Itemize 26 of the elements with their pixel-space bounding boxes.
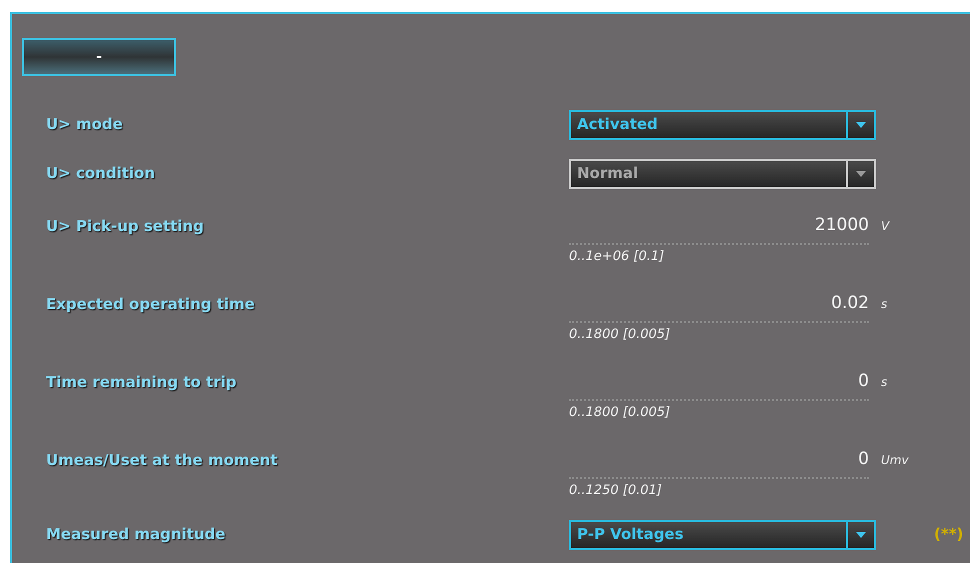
unit-label: Umv <box>881 452 909 469</box>
range-hint: 0..1e+06 [0.1] <box>569 248 664 266</box>
note-mark: (**) <box>934 524 964 546</box>
setting-label: Expected operating time <box>46 294 256 315</box>
value-field[interactable]: 21000 <box>569 213 869 239</box>
value-field[interactable]: 0 <box>569 369 869 395</box>
caret-icon <box>856 170 866 176</box>
dropdown[interactable]: P-P Voltages <box>569 520 876 550</box>
setting-label: Umeas/Uset at the moment <box>46 450 279 471</box>
dropdown[interactable]: Activated <box>569 110 876 140</box>
collapse-button[interactable]: - <box>22 38 176 76</box>
setting-label: U> Pick-up setting <box>46 216 205 237</box>
unit-label: s <box>881 374 888 391</box>
range-hint: 0..1250 [0.01] <box>569 482 662 500</box>
range-hint: 0..1800 [0.005] <box>569 404 670 422</box>
value-field[interactable]: 0.02 <box>569 291 869 317</box>
setting-label: U> condition <box>46 163 156 184</box>
setting-label: U> mode <box>46 114 124 136</box>
caret-icon <box>856 532 866 538</box>
setting-label: Measured magnitude <box>46 524 226 546</box>
unit-label: s <box>881 296 888 313</box>
caret-icon <box>856 122 866 128</box>
unit-label: V <box>881 218 890 235</box>
range-hint: 0..1800 [0.005] <box>569 326 670 344</box>
value-field[interactable]: 0 <box>569 447 869 473</box>
setting-label: Time remaining to trip <box>46 372 238 393</box>
